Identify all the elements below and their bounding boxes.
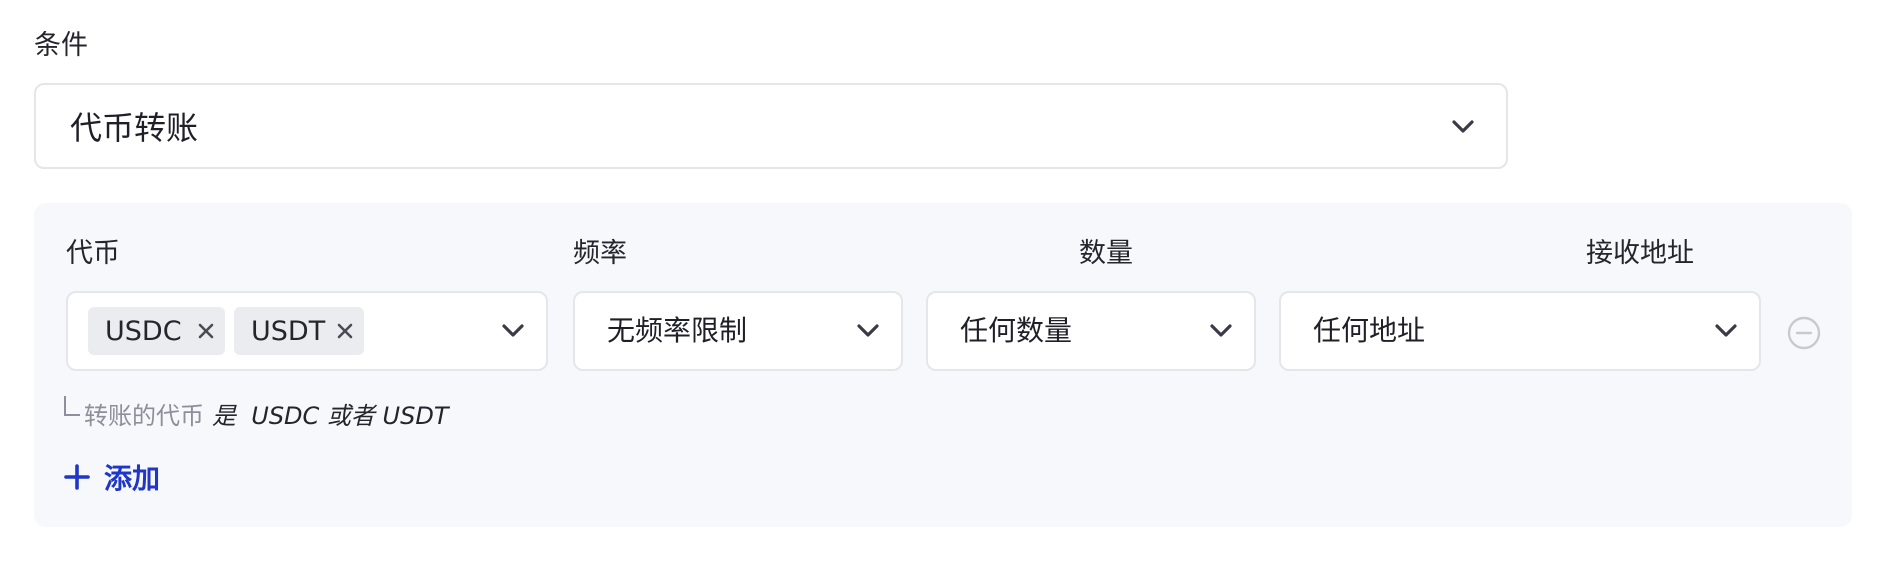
amount-column-label: 数量 — [1079, 238, 1133, 269]
condition-type-select[interactable]: 代币转账 — [34, 83, 1508, 169]
add-rule-label: 添加 — [104, 462, 161, 495]
token-tag-label: USDC — [105, 315, 182, 347]
add-rule-button[interactable]: 添加 — [64, 457, 160, 497]
frequency-select[interactable]: 无频率限制 — [573, 291, 903, 371]
condition-editor: 条件 代币转账 代币 频率 数量 接收地址 USDC USDT 无频率限制 任何… — [0, 0, 1880, 570]
amount-value: 任何数量 — [960, 314, 1073, 347]
token-multiselect[interactable]: USDC USDT — [66, 291, 548, 371]
close-icon[interactable] — [334, 320, 356, 342]
frequency-column-label: 频率 — [573, 238, 627, 269]
chevron-down-icon — [855, 318, 881, 344]
frequency-value: 无频率限制 — [607, 314, 748, 347]
minus-circle-icon — [1787, 316, 1821, 350]
rule-summary-text: 是 USDC 或者 USDT — [212, 401, 449, 430]
remove-rule-button[interactable] — [1787, 316, 1821, 350]
close-icon[interactable] — [195, 320, 217, 342]
chevron-down-icon — [1208, 318, 1234, 344]
amount-select[interactable]: 任何数量 — [926, 291, 1256, 371]
token-tag-label: USDT — [251, 315, 326, 347]
plus-icon — [64, 464, 90, 490]
rule-summary-prefix: 转账的代币 — [84, 401, 204, 430]
rule-summary: 转账的代币 是 USDC 或者 USDT — [64, 395, 449, 431]
recipient-value: 任何地址 — [1313, 314, 1426, 347]
token-tag: USDT — [234, 307, 364, 355]
branch-connector-icon — [64, 396, 80, 416]
rule-panel: 代币 频率 数量 接收地址 USDC USDT 无频率限制 任何数量 任何地址 … — [34, 203, 1852, 527]
chevron-down-icon — [1450, 114, 1476, 140]
token-column-label: 代币 — [66, 238, 120, 269]
chevron-down-icon — [500, 318, 526, 344]
conditions-label: 条件 — [34, 30, 88, 61]
chevron-down-icon — [1713, 318, 1739, 344]
recipient-select[interactable]: 任何地址 — [1279, 291, 1761, 371]
recipient-column-label: 接收地址 — [1586, 238, 1694, 269]
token-tag: USDC — [88, 307, 225, 355]
condition-type-value: 代币转账 — [70, 109, 199, 147]
